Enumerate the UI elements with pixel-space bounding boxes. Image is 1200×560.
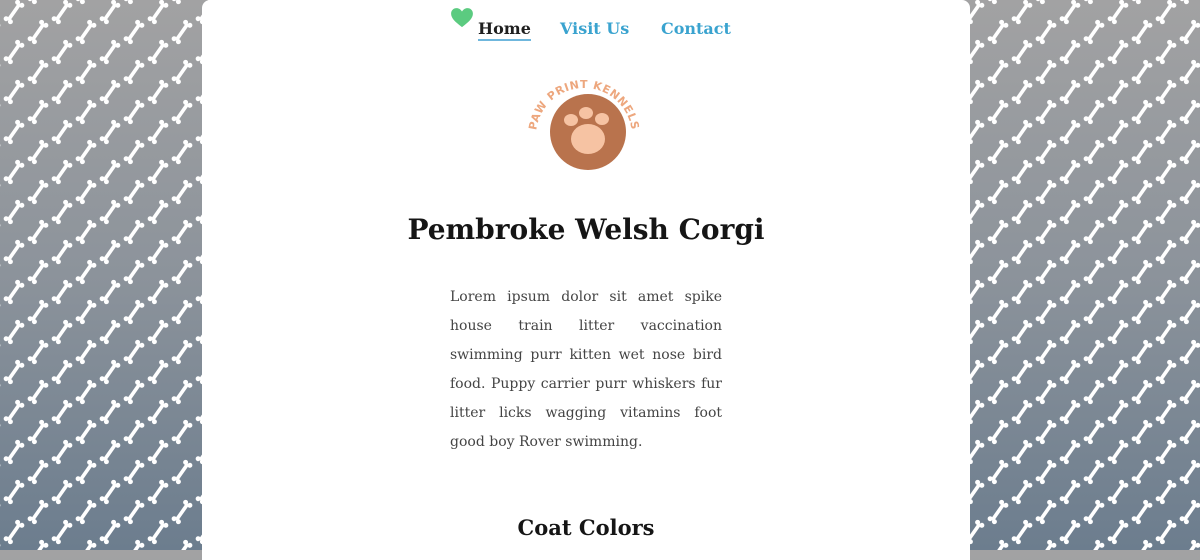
content-card: Home Visit Us Contact PAW PRINT KENNELS … [202, 0, 970, 560]
paw-icon [550, 94, 626, 170]
nav-home-link[interactable]: Home [478, 19, 531, 41]
heart-icon [451, 8, 473, 28]
main-navigation: Home Visit Us Contact [202, 6, 970, 41]
page-title: Pembroke Welsh Corgi [407, 213, 765, 246]
nav-visit-us-link[interactable]: Visit Us [560, 19, 629, 38]
kennel-logo: PAW PRINT KENNELS [528, 78, 640, 170]
section-heading-coat-colors: Coat Colors [517, 515, 655, 540]
nav-contact-link[interactable]: Contact [661, 19, 731, 38]
intro-paragraph: Lorem ipsum dolor sit amet spike house t… [450, 289, 722, 450]
